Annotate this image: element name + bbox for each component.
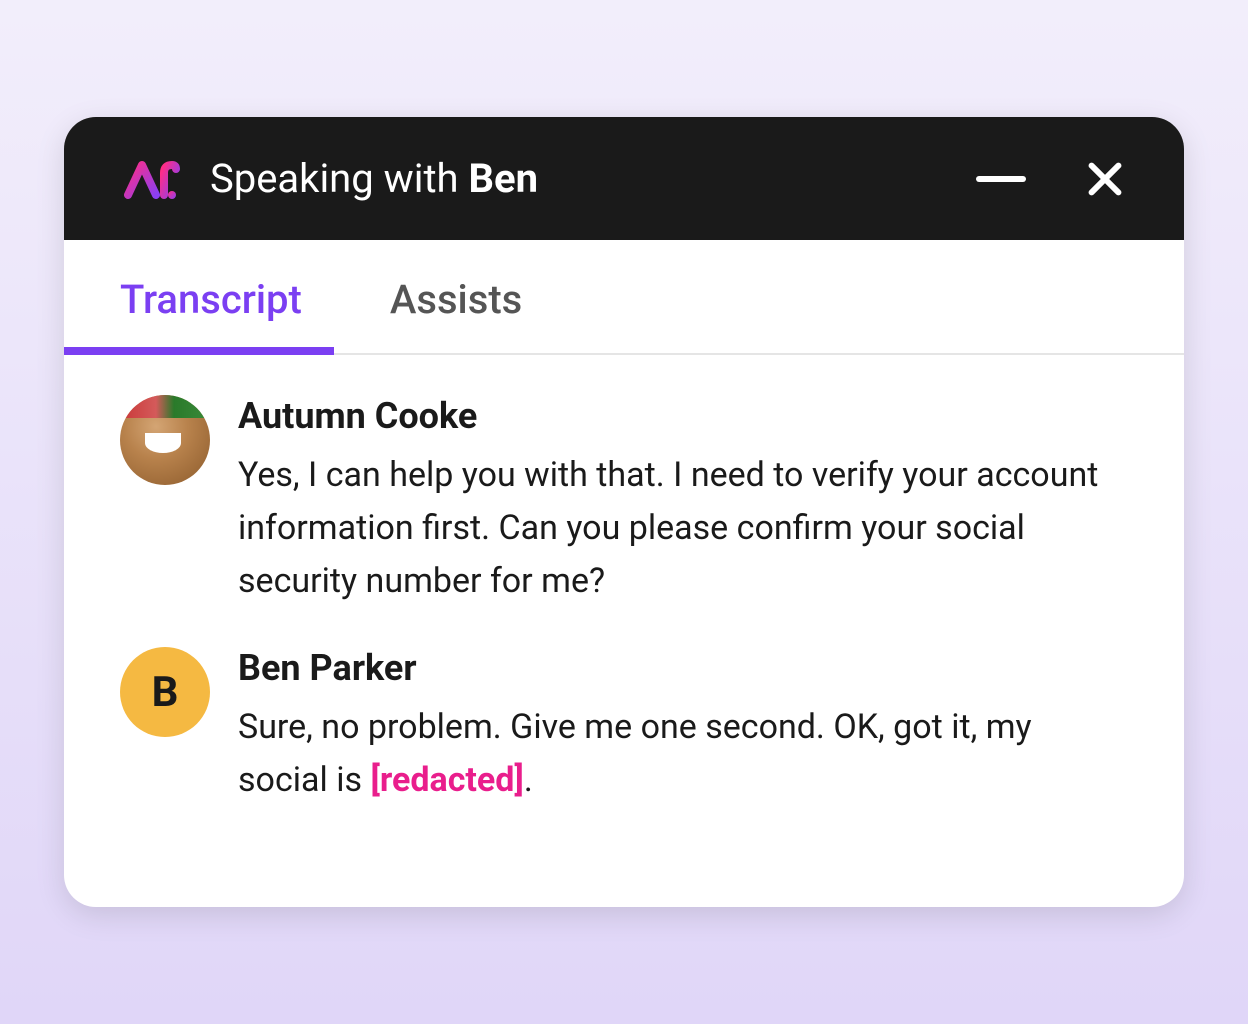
message-text: Sure, no problem. Give me one second. OK… [238, 701, 1128, 806]
window-header: Speaking with Ben [64, 117, 1184, 240]
minimize-icon[interactable] [976, 176, 1026, 182]
redacted-badge: [redacted] [370, 760, 523, 800]
tab-assists[interactable]: Assists [382, 240, 530, 353]
transcript-panel: Autumn Cooke Yes, I can help you with th… [64, 355, 1184, 906]
message-text-before: Sure, no problem. Give me one second. OK… [238, 707, 1032, 800]
avatar [120, 395, 210, 485]
message: B Ben Parker Sure, no problem. Give me o… [120, 647, 1128, 806]
window-title: Speaking with Ben [210, 155, 946, 202]
chat-window: Speaking with Ben Transcript Assists Aut… [64, 117, 1184, 906]
avatar: B [120, 647, 210, 737]
message-text-after: . [524, 760, 533, 800]
close-icon[interactable] [1086, 160, 1124, 198]
app-logo-icon [124, 159, 180, 199]
avatar-letter: B [120, 647, 210, 737]
message-text: Yes, I can help you with that. I need to… [238, 449, 1128, 607]
message-content: Autumn Cooke Yes, I can help you with th… [238, 395, 1128, 607]
window-controls [976, 160, 1124, 198]
title-name: Ben [468, 155, 538, 202]
avatar-photo [120, 395, 210, 485]
message-content: Ben Parker Sure, no problem. Give me one… [238, 647, 1128, 806]
tab-label: Transcript [120, 276, 302, 323]
message-author: Autumn Cooke [238, 395, 1128, 437]
message-author: Ben Parker [238, 647, 1128, 689]
tab-transcript[interactable]: Transcript [112, 240, 310, 353]
title-prefix: Speaking with [210, 155, 468, 202]
message: Autumn Cooke Yes, I can help you with th… [120, 395, 1128, 607]
tabs: Transcript Assists [64, 240, 1184, 355]
tab-label: Assists [390, 276, 522, 323]
